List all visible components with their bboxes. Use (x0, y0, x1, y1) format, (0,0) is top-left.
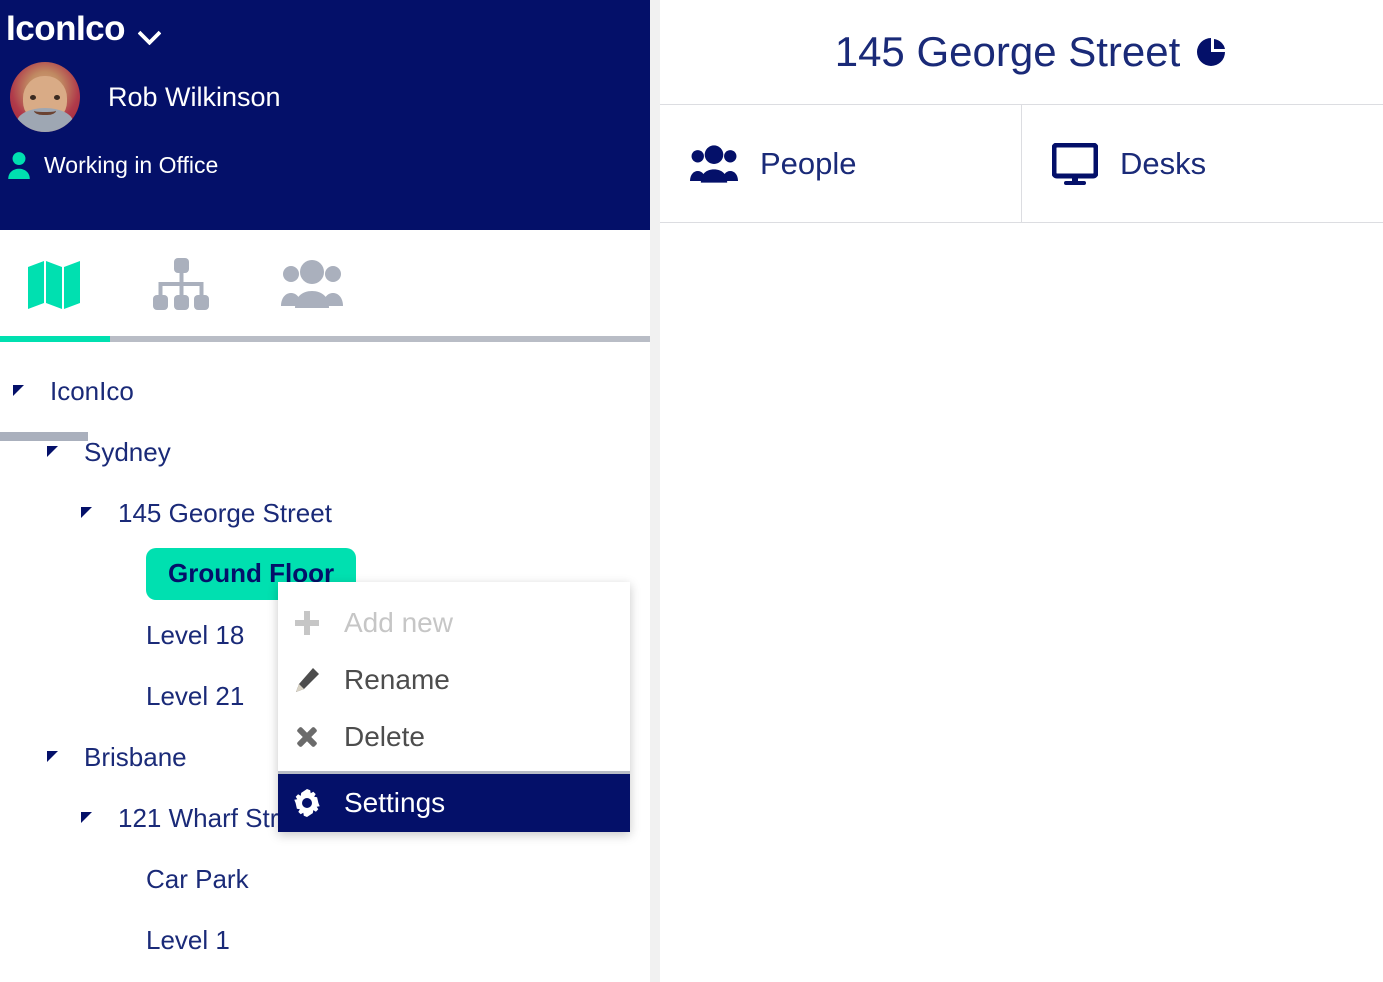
right-panel: 145 George Street People Desks (660, 0, 1383, 982)
avatar-smile (34, 104, 56, 115)
org-name: IconIco (6, 9, 126, 48)
panel-title-bar: 145 George Street (660, 0, 1383, 105)
tree-item-label: Car Park (146, 863, 249, 894)
caret-expanded-icon[interactable] (81, 507, 92, 518)
tree-row[interactable]: IconIco (0, 360, 650, 421)
sidebar-tab-underline-active (0, 336, 110, 342)
sidebar-tab-people[interactable] (257, 230, 367, 338)
menu-item-settings[interactable]: Settings (278, 774, 630, 832)
panel-body (660, 224, 1383, 982)
caret-expanded-icon[interactable] (81, 812, 92, 823)
user-status-label: Working in Office (44, 152, 219, 178)
menu-item-label: Rename (344, 663, 450, 695)
chevron-down-icon[interactable] (139, 25, 161, 38)
sidebar-tab-strip (0, 230, 650, 340)
tree-row[interactable]: Car Park (0, 848, 650, 909)
context-menu: Add new Rename Delete Settings (278, 582, 630, 832)
avatar-eyes (30, 95, 60, 100)
pencil-icon (292, 667, 322, 693)
user-header: IconIco Rob Wilkinson Working in Office (0, 0, 650, 230)
app-root: IconIco Rob Wilkinson Working in Office (0, 0, 1383, 982)
panel-gutter (650, 0, 660, 982)
avatar[interactable] (10, 62, 80, 132)
menu-item-label: Settings (344, 787, 446, 818)
cross-icon (292, 724, 322, 750)
gear-icon (292, 789, 322, 817)
monitor-icon (1052, 142, 1098, 185)
map-icon (28, 261, 80, 309)
users-icon (281, 260, 343, 308)
tree-item-label: IconIco (50, 375, 134, 406)
page-title: 145 George Street (834, 28, 1181, 75)
tree-item-label: Level 21 (146, 680, 245, 711)
tree-item-label: 145 George Street (118, 497, 332, 528)
tree-item-label: Brisbane (84, 741, 187, 772)
tab-desks-label: Desks (1120, 145, 1207, 181)
caret-expanded-icon[interactable] (47, 446, 58, 457)
caret-expanded-icon[interactable] (47, 751, 58, 762)
sidebar-tab-org-chart[interactable] (126, 230, 236, 338)
tab-desks[interactable]: Desks (1021, 105, 1383, 222)
tab-people[interactable]: People (660, 105, 1021, 222)
panel-tabs: People Desks (660, 105, 1383, 223)
menu-item-rename[interactable]: Rename (278, 651, 630, 708)
tree-row[interactable]: Level 1 (0, 909, 650, 970)
tree-item-label: Level 1 (146, 924, 230, 955)
user-row[interactable]: Rob Wilkinson (10, 62, 281, 132)
left-sidebar: IconIco Rob Wilkinson Working in Office (0, 0, 650, 982)
users-icon (690, 144, 738, 183)
person-icon (8, 152, 30, 179)
pie-chart-icon[interactable] (1196, 36, 1228, 68)
user-name: Rob Wilkinson (108, 82, 281, 112)
menu-item-add-new: Add new (278, 594, 630, 651)
tree-row[interactable]: Sydney (0, 421, 650, 482)
tree-item-label: Level 18 (146, 619, 245, 650)
menu-item-delete[interactable]: Delete (278, 708, 630, 765)
plus-icon (292, 610, 322, 636)
menu-item-label: Add new (344, 606, 453, 638)
tree-row[interactable]: 145 George Street (0, 482, 650, 543)
caret-expanded-icon[interactable] (13, 385, 24, 396)
tab-people-label: People (760, 145, 857, 181)
user-status[interactable]: Working in Office (6, 150, 218, 180)
tree-item-label: Sydney (84, 436, 171, 467)
menu-item-label: Delete (344, 720, 425, 752)
org-switcher[interactable]: IconIco (6, 6, 161, 52)
sidebar-tab-map[interactable] (0, 230, 110, 338)
sitemap-icon (153, 258, 209, 310)
